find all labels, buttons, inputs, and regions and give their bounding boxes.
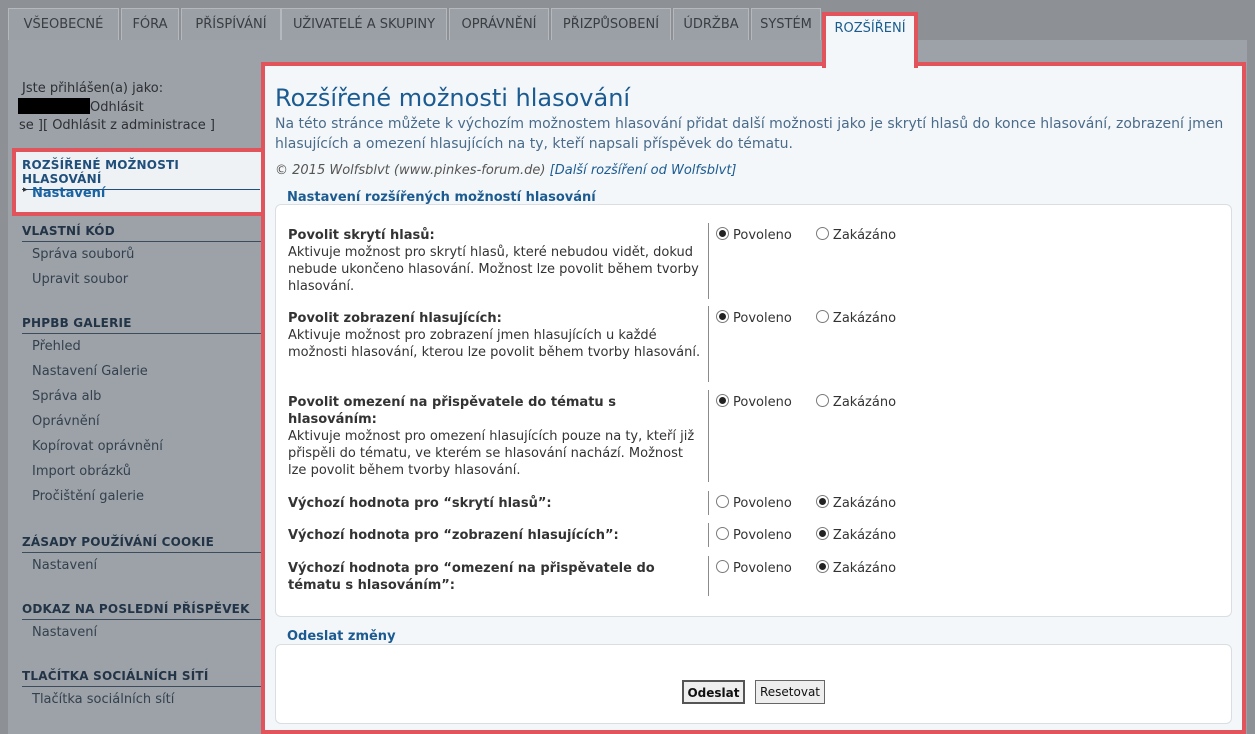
setting-title: Výchozí hodnota pro “zobrazení hlasující… bbox=[288, 528, 619, 543]
reset-button[interactable]: Resetovat bbox=[755, 680, 825, 704]
page-description: Na této stránce můžete k výchozím možnos… bbox=[275, 116, 1224, 152]
setting-title: Povolit skrytí hlasů: bbox=[288, 228, 435, 243]
menu-item-overview[interactable]: Přehled bbox=[22, 334, 262, 359]
menu-item-file-management[interactable]: Správa souborů bbox=[22, 242, 262, 267]
menu-heading: Odkaz na poslední příspěvek bbox=[22, 602, 262, 620]
menu-heading: Zásady používání cookie bbox=[22, 535, 262, 553]
tab-forums[interactable]: Fóra bbox=[121, 8, 179, 40]
disabled-option[interactable]: Zakázáno bbox=[815, 527, 896, 544]
enabled-option[interactable]: Povoleno bbox=[716, 527, 792, 544]
menu-item-social-buttons[interactable]: Tlačítka sociálních sítí bbox=[22, 687, 262, 712]
main-content: Rozšířené možnosti hlasování Na této str… bbox=[261, 62, 1246, 734]
menu-group-gallery: phpBB Galerie Přehled Nastavení Galerie … bbox=[22, 316, 262, 509]
enabled-option[interactable]: Povoleno bbox=[716, 227, 792, 244]
tab-users-groups[interactable]: Uživatelé a skupiny bbox=[281, 8, 447, 40]
settings-fieldset: Povolit skrytí hlasů: Aktivuje možnost pr… bbox=[275, 204, 1232, 617]
menu-item-poll-settings[interactable]: Nastavení bbox=[22, 181, 105, 206]
menu-item-edit-file[interactable]: Upravit soubor bbox=[22, 267, 262, 292]
row-divider bbox=[708, 390, 709, 482]
menu-group-last-post-link: Odkaz na poslední příspěvek Nastavení bbox=[22, 602, 262, 645]
tab-maintenance[interactable]: Údržba bbox=[673, 8, 749, 40]
row-divider bbox=[708, 556, 709, 596]
menu-item-cookie-settings[interactable]: Nastavení bbox=[22, 553, 262, 578]
menu-item-permissions[interactable]: Oprávnění bbox=[22, 409, 262, 434]
menu-item-manage-albums[interactable]: Správa alb bbox=[22, 384, 262, 409]
radio-selected-icon[interactable] bbox=[815, 560, 829, 573]
enabled-option[interactable]: Povoleno bbox=[716, 310, 792, 327]
setting-title: Povolit omezení na přispěvatele do témat… bbox=[288, 395, 616, 427]
menu-heading: Vlastní kód bbox=[22, 224, 262, 242]
logout-link[interactable]: Odhlásit bbox=[90, 100, 144, 115]
tab-general[interactable]: Všeobecné bbox=[8, 8, 119, 40]
radio-selected-icon[interactable] bbox=[815, 495, 829, 508]
menu-item-copy-permissions[interactable]: Kopírovat oprávnění bbox=[22, 434, 262, 459]
logout-admin-prefix: se ][ bbox=[19, 118, 49, 133]
radio-icon[interactable] bbox=[815, 310, 829, 323]
menu-item-import-images[interactable]: Import obrázků bbox=[22, 459, 262, 484]
row-divider bbox=[708, 523, 709, 547]
menu-item-gallery-settings[interactable]: Nastavení Galerie bbox=[22, 359, 262, 384]
setting-explain: Aktivuje možnost pro omezení hlasujících… bbox=[288, 429, 695, 478]
submit-button[interactable]: Odeslat bbox=[682, 680, 745, 704]
sidebar: Jste přihlášen(a) jako: Odhlásit se ][ O… bbox=[18, 80, 262, 707]
radio-selected-icon[interactable] bbox=[716, 227, 729, 240]
radio-icon[interactable] bbox=[716, 527, 729, 540]
menu-item-cleanup-gallery[interactable]: Pročištění galerie bbox=[22, 484, 262, 509]
setting-title: Výchozí hodnota pro “omezení na přispěva… bbox=[288, 561, 655, 593]
tab-permissions[interactable]: Oprávnění bbox=[449, 8, 549, 40]
menu-group-social-buttons: Tlačítka sociálních sítí Tlačítka sociál… bbox=[22, 669, 262, 712]
copyright: © 2015 Wolfsblvt (www.pinkes-forum.de) [… bbox=[275, 163, 736, 178]
menu-heading: Tlačítka sociálních sítí bbox=[22, 669, 262, 687]
enabled-option[interactable]: Povoleno bbox=[716, 560, 792, 577]
active-menu-group: Rozšířené možnosti hlasování ▸ Nastavení bbox=[12, 148, 269, 216]
menu-group-cookie-policy: Zásady používání cookie Nastavení bbox=[22, 535, 262, 578]
setting-explain: Aktivuje možnost pro zobrazení jmen hlas… bbox=[288, 328, 701, 360]
tab-posting[interactable]: Příspívání bbox=[181, 8, 281, 40]
tab-system[interactable]: Systém bbox=[751, 8, 821, 40]
row-divider bbox=[708, 223, 709, 299]
radio-icon[interactable] bbox=[815, 227, 829, 240]
disabled-option[interactable]: Zakázáno bbox=[815, 227, 896, 244]
radio-selected-icon[interactable] bbox=[815, 527, 829, 540]
submit-legend: Odeslat změny bbox=[287, 629, 396, 644]
redacted-username bbox=[18, 98, 90, 114]
login-label: Jste přihlášen(a) jako: bbox=[22, 81, 164, 96]
tab-extensions[interactable]: Rozšíření bbox=[822, 12, 918, 68]
disabled-option[interactable]: Zakázáno bbox=[815, 310, 896, 327]
row-divider bbox=[708, 491, 709, 515]
settings-legend: Nastavení rozšířených možností hlasování bbox=[287, 190, 596, 205]
radio-icon[interactable] bbox=[716, 495, 729, 508]
menu-heading: phpBB Galerie bbox=[22, 316, 262, 334]
logout-admin-suffix: ] bbox=[209, 118, 215, 133]
disabled-option[interactable]: Zakázáno bbox=[815, 495, 896, 512]
setting-title: Výchozí hodnota pro “skrytí hlasů”: bbox=[288, 496, 552, 511]
setting-explain: Aktivuje možnost pro skrytí hlasů, které… bbox=[288, 245, 699, 294]
enabled-option[interactable]: Povoleno bbox=[716, 495, 792, 512]
radio-selected-icon[interactable] bbox=[716, 310, 729, 323]
menu-item-last-post-settings[interactable]: Nastavení bbox=[22, 620, 262, 645]
copyright-text: © 2015 Wolfsblvt (www.pinkes-forum.de) bbox=[275, 163, 546, 178]
menu-group-custom-code: Vlastní kód Správa souborů Upravit soubo… bbox=[22, 224, 262, 292]
row-divider bbox=[708, 306, 709, 382]
disabled-option[interactable]: Zakázáno bbox=[815, 394, 896, 411]
more-extensions-link[interactable]: [Další rozšíření od Wolfsblvt] bbox=[550, 163, 737, 178]
enabled-option[interactable]: Povoleno bbox=[716, 394, 792, 411]
submit-fieldset bbox=[275, 644, 1232, 724]
login-info: Jste přihlášen(a) jako: Odhlásit se ][ O… bbox=[18, 80, 262, 135]
tab-customise[interactable]: Přizpůsobení bbox=[551, 8, 671, 40]
radio-selected-icon[interactable] bbox=[716, 394, 729, 407]
setting-title: Povolit zobrazení hlasujících: bbox=[288, 311, 502, 326]
page-title: Rozšířené možnosti hlasování bbox=[275, 84, 631, 112]
radio-icon[interactable] bbox=[716, 560, 729, 573]
radio-icon[interactable] bbox=[815, 394, 829, 407]
disabled-option[interactable]: Zakázáno bbox=[815, 560, 896, 577]
logout-admin-link[interactable]: Odhlásit z administrace bbox=[52, 118, 206, 133]
